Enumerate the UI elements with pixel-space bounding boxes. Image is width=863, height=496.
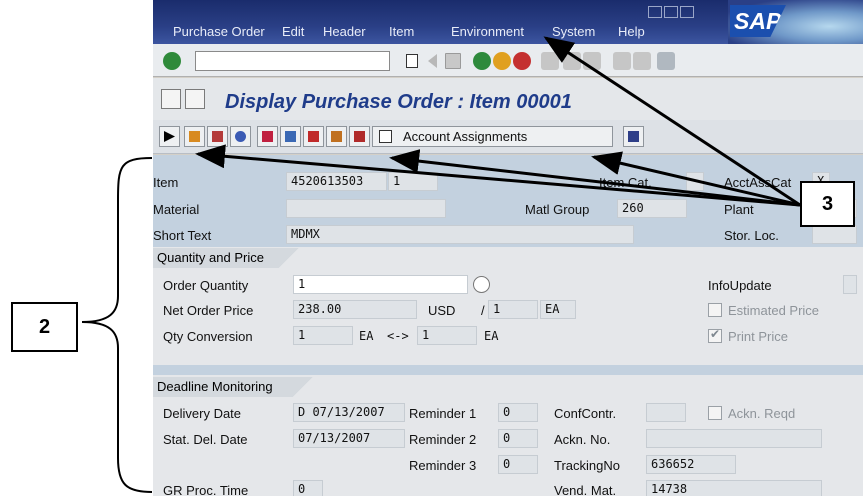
arrow-to-account-assignments: [591, 151, 801, 207]
annotation-label-3: 3: [800, 181, 855, 227]
annotation-arrows: [195, 36, 801, 207]
arrow-to-toolbar-left: [195, 144, 801, 207]
annotation-label-2: 2: [11, 302, 78, 352]
